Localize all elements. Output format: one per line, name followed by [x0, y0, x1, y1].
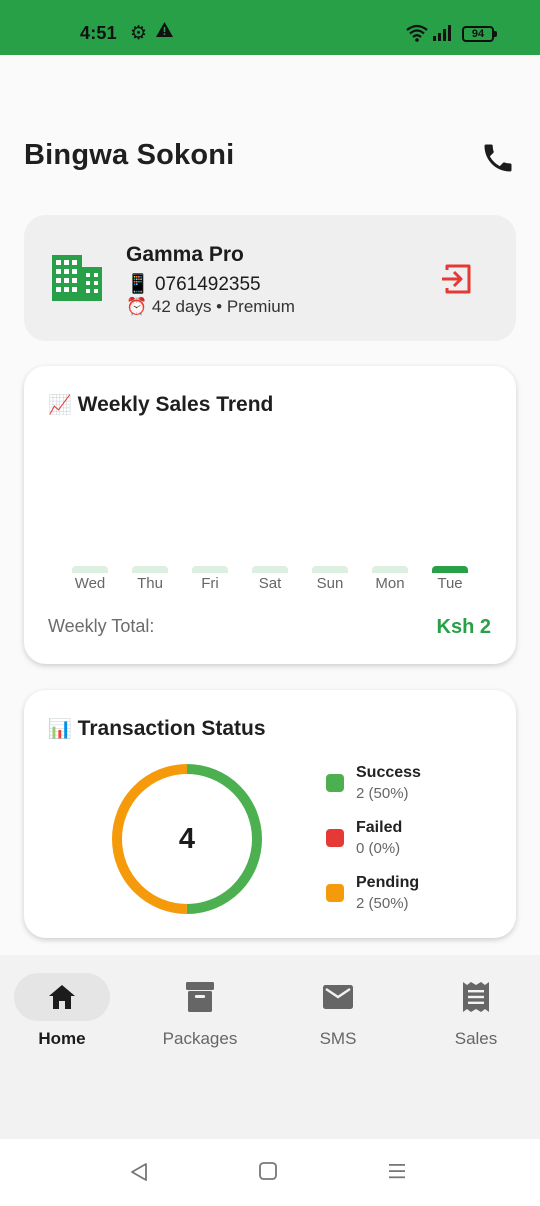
nav-item-home[interactable]: Home — [0, 973, 131, 1049]
wifi-icon — [406, 24, 428, 47]
legend-dot-success — [326, 774, 344, 792]
sales-day-label: Thu — [137, 575, 163, 592]
nav-label: Home — [38, 1029, 86, 1048]
weekly-sales-card: 📈 Weekly Sales Trend Weekly Total: Ksh 2 … — [24, 366, 516, 664]
nav-label: SMS — [319, 1029, 357, 1048]
legend-value: 2 (50%) — [356, 785, 409, 802]
nav-item-sales[interactable]: Sales — [407, 973, 540, 1049]
sales-bar-sat — [252, 566, 288, 573]
status-bar: 4:51 ⚙ 94 — [0, 0, 540, 55]
nav-sms-pill — [290, 973, 386, 1021]
building-icon — [52, 255, 102, 306]
sales-day-label: Wed — [74, 575, 106, 592]
nav-label: Packages — [162, 1029, 238, 1048]
page-title: Bingwa Sokoni — [24, 139, 235, 171]
sales-bar-sun — [312, 566, 348, 573]
battery-icon: 94 — [462, 26, 497, 42]
legend-dot-pending — [326, 884, 344, 902]
transaction-status-title: 📊 Transaction Status — [48, 717, 266, 740]
nav-packages-pill — [152, 973, 248, 1021]
legend-value: 2 (50%) — [356, 895, 409, 912]
sales-day-label: Sun — [316, 575, 344, 592]
archive-icon — [186, 982, 214, 1012]
chart-increasing-icon: 📈 — [48, 395, 72, 416]
account-phone: 0761492355 — [154, 274, 261, 295]
bottom-navigation: Home Packages SMS Sales — [0, 955, 540, 1139]
nav-label: Sales — [454, 1029, 498, 1048]
sales-day-label: Fri — [201, 575, 219, 592]
sales-bar-fri — [192, 566, 228, 573]
sales-day-label: Tue — [437, 575, 463, 592]
home-icon — [49, 985, 75, 1009]
recents-menu-icon[interactable] — [387, 1161, 407, 1186]
nav-item-packages[interactable]: Packages — [131, 973, 269, 1049]
weekly-sales-title: 📈 Weekly Sales Trend — [48, 393, 274, 416]
warning-icon — [156, 22, 173, 42]
status-time: 4:51 — [80, 23, 117, 43]
logout-button[interactable] — [438, 261, 474, 297]
sales-bar-thu — [132, 566, 168, 573]
alarm-clock-icon: ⏰ — [126, 297, 148, 316]
mail-icon — [323, 985, 353, 1009]
subscription-status: 42 days • Premium — [151, 297, 295, 316]
call-button[interactable] — [480, 140, 516, 176]
sales-day-label: Mon — [375, 575, 405, 592]
legend-dot-failed — [326, 829, 344, 847]
weekly-total-label: Weekly Total: — [48, 616, 155, 636]
receipt-icon — [463, 982, 489, 1012]
nav-item-sms[interactable]: SMS — [269, 973, 407, 1049]
subscription-row: ⏰ 42 days • Premium — [126, 297, 295, 317]
gear-icon: ⚙ — [130, 23, 148, 44]
logout-icon — [442, 264, 471, 294]
account-name: Gamma Pro — [126, 243, 244, 266]
legend-label: Success — [356, 764, 421, 781]
profile-card: Gamma Pro 📱 0761492355 ⏰ 42 days • Premi… — [24, 215, 516, 341]
sales-bar-wed — [72, 566, 108, 573]
home-square-icon[interactable] — [258, 1161, 278, 1186]
mobile-phone-icon: 📱 — [126, 274, 150, 295]
sales-day-label: Sat — [258, 575, 282, 592]
sales-bar-mon — [372, 566, 408, 573]
transaction-status-card: 📊 Transaction Status 4 Success 2 (50%) Fa… — [24, 690, 516, 938]
sales-bar-tue — [432, 566, 468, 573]
bar-chart-icon: 📊 — [48, 719, 72, 740]
account-phone-row: 📱 0761492355 — [126, 272, 261, 296]
back-icon[interactable] — [128, 1161, 150, 1188]
nav-sales-pill — [428, 973, 524, 1021]
legend-value: 0 (0%) — [356, 840, 401, 857]
nav-home-pill — [14, 973, 110, 1021]
phone-icon — [484, 144, 512, 172]
transaction-total: 4 — [178, 822, 196, 855]
signal-icon — [432, 25, 452, 46]
legend-label: Failed — [356, 819, 403, 836]
system-navigation-bar — [0, 1139, 540, 1206]
weekly-total-value: Ksh 2 — [436, 616, 491, 638]
legend-label: Pending — [356, 874, 420, 891]
